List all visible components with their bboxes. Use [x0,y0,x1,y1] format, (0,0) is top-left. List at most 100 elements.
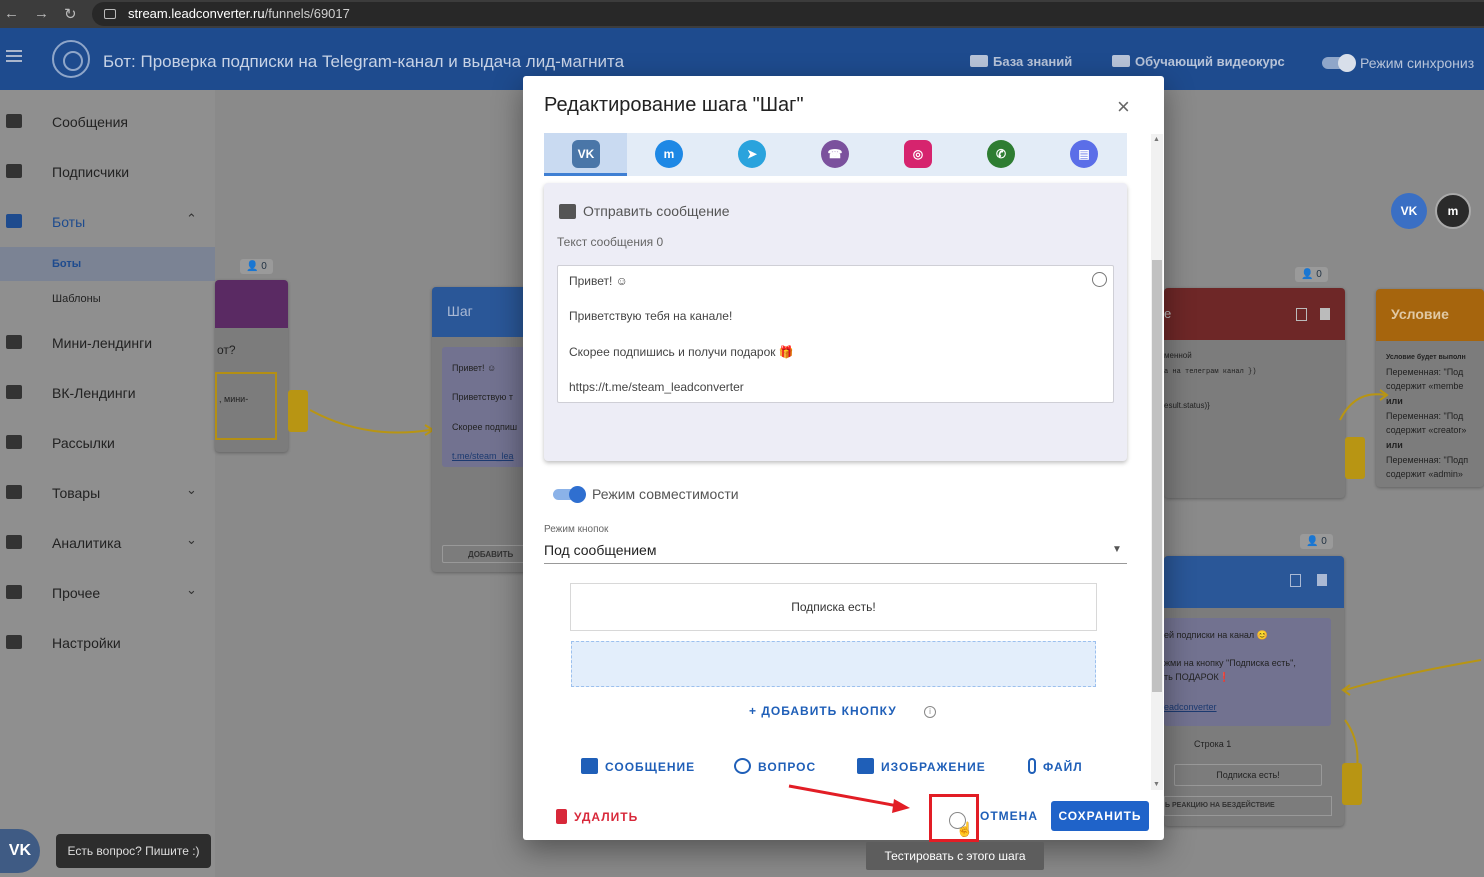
add-action-button[interactable]: ДОБАВИТЬ [442,545,532,563]
sidebar-item-mailings[interactable]: Рассылки [0,418,215,468]
sidebar-item-subscribers[interactable]: Подписчики [0,147,215,197]
node-line: Скорее подпиш [452,422,518,432]
viber-icon: ☎ [821,140,849,168]
chevron-down-icon[interactable]: ⌄ [186,532,197,548]
back-icon[interactable]: ← [4,5,19,22]
instagram-icon: ◎ [904,140,932,168]
scroll-up-icon[interactable]: ▲ [1153,136,1160,143]
sidebar-item-messages[interactable]: Сообщения [0,97,215,147]
node-line: Переменная: "Под [1386,367,1464,377]
add-file-button[interactable]: ФАЙЛ [1028,758,1083,774]
trash-icon[interactable] [1320,308,1330,320]
sidebar-subitem-label: Боты [52,258,82,270]
sidebar-item-analytics[interactable]: Аналитика ⌄ [0,518,215,568]
message-line: Скорее подпишись и получи подарок 🎁 [569,345,794,359]
cancel-button[interactable]: ОТМЕНА [980,809,1038,823]
chat-icon [6,114,22,128]
sidebar-item-label: ВК-Лендинги [52,385,136,401]
save-button[interactable]: СОХРАНИТЬ [1051,801,1149,831]
node-button[interactable]: Подписка есть! [1174,764,1322,786]
sidebar-subitem-templates[interactable]: Шаблоны [0,282,215,316]
sidebar-item-mini-landings[interactable]: Мини-лендинги [0,318,215,368]
person-icon: 👤 [1301,269,1317,280]
reload-icon[interactable]: ↻ [64,5,77,23]
add-message-button[interactable]: СООБЩЕНИЕ [581,758,695,774]
delete-step-button[interactable]: УДАЛИТЬ [556,809,638,824]
counter-value: 0 [261,261,267,272]
counter-value: 0 [1321,536,1327,547]
tab-vk[interactable]: VK [544,133,627,176]
button-mode-select[interactable]: Под сообщением ▼ [544,538,1127,564]
browser-toolbar: ← → ↻ stream.leadconverter.ru/funnels/69… [0,0,1484,28]
video-course-link[interactable]: Обучающий видеокурс [1112,54,1285,69]
node-header: е [1164,288,1345,340]
action-label: ИЗОБРАЖЕНИЕ [881,760,986,774]
messenger-tabs: VK m ➤ ☎ ◎ ✆ ▤ [544,133,1127,176]
step-node[interactable]: Шаг Привет! ☺ Приветствую т Скорее подпи… [432,287,532,572]
connector-handle[interactable] [1345,437,1365,479]
start-node[interactable]: от? , мини- [215,280,288,452]
dollar-icon [6,485,22,499]
scroll-down-icon[interactable]: ▼ [1153,781,1160,788]
sync-mode-toggle[interactable] [1322,54,1356,72]
knowledge-base-link[interactable]: База знаний [970,54,1072,69]
button-drop-zone[interactable] [571,641,1096,687]
add-button-link[interactable]: + ДОБАВИТЬ КНОПКУ [749,704,897,718]
node-line: содержит «admin» [1386,469,1463,479]
sidebar-item-bots[interactable]: Боты ⌃ [0,197,215,247]
message-node[interactable]: ей подписки на канал 😊 жми на кнопку "По… [1164,556,1344,826]
message-text-input[interactable]: Привет! ☺ Приветствую тебя на канале! Ск… [557,265,1114,403]
vk-channel-icon[interactable]: VK [1391,193,1427,229]
menu-icon[interactable] [6,50,22,62]
image-icon [857,758,874,774]
book-icon [970,55,988,67]
scrollbar-thumb[interactable] [1152,260,1162,692]
tab-chat[interactable]: ▤ [1042,133,1127,176]
telegram-icon: ➤ [738,140,766,168]
action-node[interactable]: е менной а на телеграм канал }) esult.st… [1164,288,1345,498]
sidebar-item-other[interactable]: Прочее ⌄ [0,568,215,618]
forward-icon[interactable]: → [34,5,49,22]
address-bar[interactable]: stream.leadconverter.ru/funnels/69017 [92,2,1484,26]
sidebar-item-vk-landings[interactable]: ВК-Лендинги [0,368,215,418]
tab-instagram[interactable]: ◎ [876,133,959,176]
emoji-picker-icon[interactable] [1092,272,1107,287]
node-link[interactable]: eadconverter [1164,702,1217,712]
sidebar-item-products[interactable]: Товары ⌄ [0,468,215,518]
site-settings-icon[interactable] [104,9,116,19]
people-icon [6,164,22,178]
sidebar-subitem-bots[interactable]: Боты [0,247,215,281]
add-question-button[interactable]: ВОПРОС [734,758,816,774]
node-header: Шаг [432,287,532,337]
info-icon[interactable]: i [924,706,936,718]
url-path: /funnels/69017 [264,6,350,21]
messenger-channel-icon[interactable]: m [1435,193,1471,229]
keyboard-button[interactable]: Подписка есть! [570,583,1097,631]
chevron-up-icon[interactable]: ⌃ [186,211,197,227]
sidebar-item-label: Аналитика [52,535,122,551]
copy-icon[interactable] [1296,308,1307,321]
tab-telegram[interactable]: ➤ [710,133,793,176]
inactivity-reaction-button[interactable]: Ь РЕАКЦИЮ НА БЕЗДЕЙСТВИЕ [1164,796,1332,816]
node-link[interactable]: t.me/steam_lea [452,451,514,461]
sidebar-item-settings[interactable]: Настройки [0,618,215,668]
chart-icon [6,535,22,549]
close-icon[interactable]: × [1117,96,1130,118]
delete-label: УДАЛИТЬ [574,810,639,824]
trash-icon [556,809,567,824]
add-image-button[interactable]: ИЗОБРАЖЕНИЕ [857,758,986,774]
chevron-down-icon[interactable]: ⌄ [186,482,197,498]
sidebar-item-label: Мини-лендинги [52,335,153,351]
trash-icon[interactable] [1317,574,1327,586]
tab-whatsapp[interactable]: ✆ [959,133,1042,176]
tab-messenger[interactable]: m [627,133,710,176]
test-from-step-button[interactable]: ☝ [929,794,979,842]
tab-viber[interactable]: ☎ [793,133,876,176]
copy-icon[interactable] [1290,574,1301,587]
message-line: Привет! ☺ [569,274,628,288]
dialog-title: Редактирование шага "Шаг" [544,94,804,116]
person-icon: 👤 [246,261,262,272]
chevron-down-icon[interactable]: ⌄ [186,582,197,598]
compat-mode-toggle[interactable] [553,486,586,503]
question-icon [734,758,751,774]
